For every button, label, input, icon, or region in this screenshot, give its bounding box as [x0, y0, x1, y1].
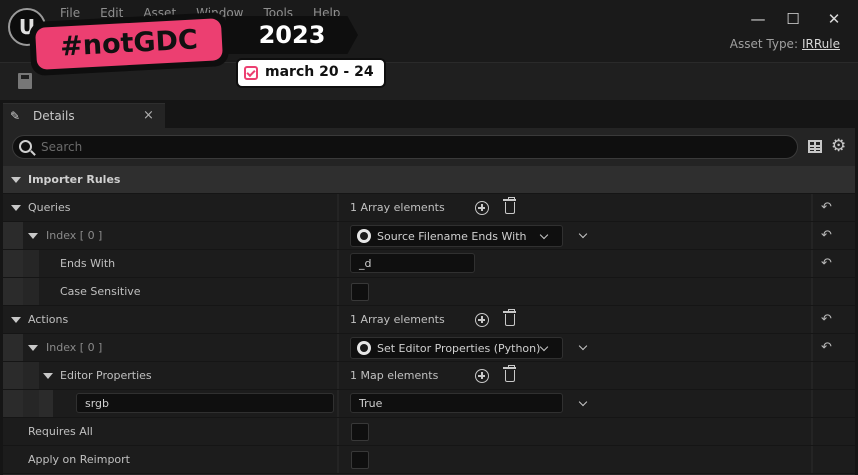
apply-on-reimport-checkbox[interactable]: [351, 451, 369, 469]
maximize-button[interactable]: ☐: [781, 8, 805, 30]
search-box: [12, 135, 798, 159]
chevron-down-icon[interactable]: [578, 229, 588, 239]
requires-all-label: Requires All: [28, 425, 93, 438]
menu-file[interactable]: File: [60, 6, 80, 20]
actions-label: Actions: [28, 313, 69, 326]
case-sensitive-checkbox[interactable]: [351, 283, 369, 301]
reset-to-default-icon[interactable]: ↶: [821, 340, 832, 355]
chevron-down-icon[interactable]: [578, 397, 588, 407]
row-requires-all: Requires All: [3, 418, 855, 446]
tab-strip: ✎ Details ×: [0, 100, 858, 128]
add-element-icon[interactable]: [475, 313, 489, 327]
row-actions: Actions 1 Array elements ↶: [3, 306, 855, 334]
class-icon: [357, 229, 371, 243]
editor-properties-label: Editor Properties: [60, 369, 152, 382]
row-apply-on-reimport: Apply on Reimport: [3, 446, 855, 474]
actions-count: 1 Array elements: [350, 313, 445, 326]
row-queries-index-0: Index [ 0 ] Source Filename Ends With ↶: [3, 222, 855, 250]
apply-on-reimport-label: Apply on Reimport: [28, 453, 130, 466]
add-element-icon[interactable]: [475, 201, 489, 215]
category-label: Importer Rules: [28, 173, 121, 186]
requires-all-checkbox[interactable]: [351, 423, 369, 441]
reset-to-default-icon[interactable]: ↶: [821, 256, 832, 271]
asset-type-link[interactable]: IRRule: [802, 37, 840, 51]
asset-type-label: Asset Type:: [729, 37, 798, 51]
close-window-button[interactable]: ✕: [822, 8, 846, 30]
category-importer-rules[interactable]: Importer Rules: [3, 166, 855, 194]
tab-close-button[interactable]: ×: [143, 108, 154, 123]
collapse-arrow-icon[interactable]: [28, 233, 38, 239]
minimize-button[interactable]: —: [746, 8, 770, 30]
tab-details-label: Details: [33, 109, 75, 123]
queries-index-label: Index [ 0 ]: [46, 229, 103, 242]
reset-to-default-icon[interactable]: ↶: [821, 200, 832, 215]
asset-type: Asset Type: IRRule: [730, 37, 840, 51]
row-map-entry: srgb True: [3, 390, 855, 418]
save-icon[interactable]: [18, 73, 32, 89]
notgdc-title: #notGDC: [35, 18, 223, 70]
query-type-value: Source Filename Ends With: [377, 230, 527, 243]
map-value-input[interactable]: True: [350, 393, 563, 413]
trash-icon[interactable]: [503, 309, 516, 326]
action-type-dropdown[interactable]: Set Editor Properties (Python): [350, 337, 563, 359]
row-ends-with: Ends With _d ↶: [3, 250, 855, 278]
add-element-icon[interactable]: [475, 369, 489, 383]
search-input[interactable]: [41, 138, 781, 156]
tab-details[interactable]: ✎ Details ×: [3, 103, 165, 128]
case-sensitive-label: Case Sensitive: [60, 285, 141, 298]
notgdc-year: 2023: [226, 16, 358, 54]
collapse-arrow-icon[interactable]: [11, 205, 21, 211]
trash-icon[interactable]: [503, 365, 516, 382]
action-type-value: Set Editor Properties (Python): [377, 342, 541, 355]
gear-icon[interactable]: ⚙: [831, 137, 846, 155]
row-case-sensitive: Case Sensitive: [3, 278, 855, 306]
ends-with-label: Ends With: [60, 257, 116, 270]
actions-index-label: Index [ 0 ]: [46, 341, 103, 354]
chevron-down-icon: [539, 342, 549, 352]
table-view-icon[interactable]: [808, 140, 822, 153]
collapse-arrow-icon[interactable]: [28, 345, 38, 351]
chevron-down-icon: [539, 230, 549, 240]
row-queries: Queries 1 Array elements ↶: [3, 194, 855, 222]
queries-count: 1 Array elements: [350, 201, 445, 214]
trash-icon[interactable]: [503, 197, 516, 214]
notgdc-badge: #notGDC: [28, 11, 230, 77]
pencil-icon: ✎: [10, 109, 21, 123]
ends-with-input[interactable]: _d: [350, 253, 475, 273]
notgdc-date-text: march 20 - 24: [265, 64, 374, 80]
search-icon: [19, 140, 32, 153]
map-key-input[interactable]: srgb: [76, 393, 334, 413]
reset-to-default-icon[interactable]: ↶: [821, 228, 832, 243]
class-icon: [357, 341, 371, 355]
calendar-check-icon: [244, 66, 258, 80]
queries-label: Queries: [28, 201, 71, 214]
editor-properties-count: 1 Map elements: [350, 369, 439, 382]
collapse-arrow-icon[interactable]: [11, 177, 21, 183]
details-panel: ⚙ Importer Rules Queries 1 Array element…: [3, 128, 855, 475]
row-actions-index-0: Index [ 0 ] Set Editor Properties (Pytho…: [3, 334, 855, 362]
collapse-arrow-icon[interactable]: [43, 373, 53, 379]
query-type-dropdown[interactable]: Source Filename Ends With: [350, 225, 563, 247]
notgdc-dates: march 20 - 24: [236, 58, 386, 88]
property-list: Importer Rules Queries 1 Array elements …: [3, 166, 855, 474]
chevron-down-icon[interactable]: [578, 341, 588, 351]
reset-to-default-icon[interactable]: ↶: [821, 312, 832, 327]
collapse-arrow-icon[interactable]: [11, 317, 21, 323]
row-editor-properties: Editor Properties 1 Map elements: [3, 362, 855, 390]
